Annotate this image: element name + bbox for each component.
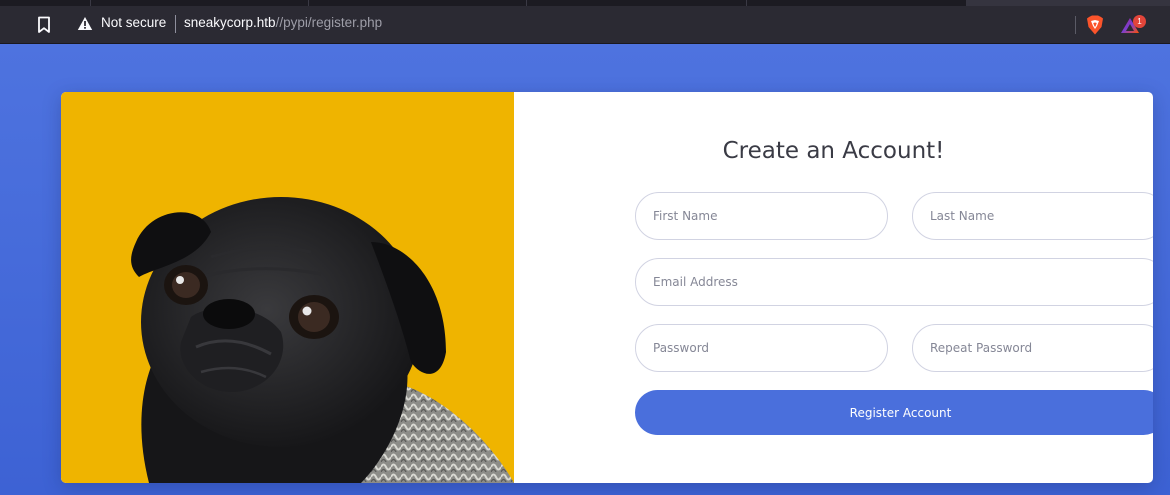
form-title: Create an Account!	[722, 138, 945, 164]
bookmark-icon[interactable]	[37, 16, 51, 34]
last-name-input[interactable]	[912, 192, 1153, 240]
url-text[interactable]: sneakycorp.htb//pypi/register.php	[184, 15, 382, 30]
pug-photo-illustration	[131, 197, 514, 483]
repeat-password-input[interactable]	[912, 324, 1153, 372]
rewards-badge: 1	[1133, 15, 1146, 28]
password-input[interactable]	[635, 324, 888, 372]
url-path: //pypi/register.php	[275, 15, 383, 30]
address-bar[interactable]: Not secure sneakycorp.htb//pypi/register…	[66, 10, 1066, 38]
url-separator	[175, 15, 176, 33]
card-image-pug	[61, 92, 514, 483]
warning-icon[interactable]	[77, 16, 93, 31]
toolbar-separator	[1075, 16, 1076, 34]
security-status-label[interactable]: Not secure	[101, 15, 166, 30]
url-host: sneakycorp.htb	[184, 15, 276, 30]
browser-toolbar: Not secure sneakycorp.htb//pypi/register…	[0, 6, 1170, 44]
first-name-input[interactable]	[635, 192, 888, 240]
register-account-label: Register Account	[849, 405, 952, 420]
register-account-button[interactable]: Register Account	[635, 390, 1153, 435]
email-input[interactable]	[635, 258, 1153, 306]
register-form: Create an Account! Register Account	[514, 92, 1153, 483]
brave-shield-icon[interactable]	[1086, 15, 1104, 35]
register-card: Create an Account! Register Account	[61, 92, 1153, 483]
